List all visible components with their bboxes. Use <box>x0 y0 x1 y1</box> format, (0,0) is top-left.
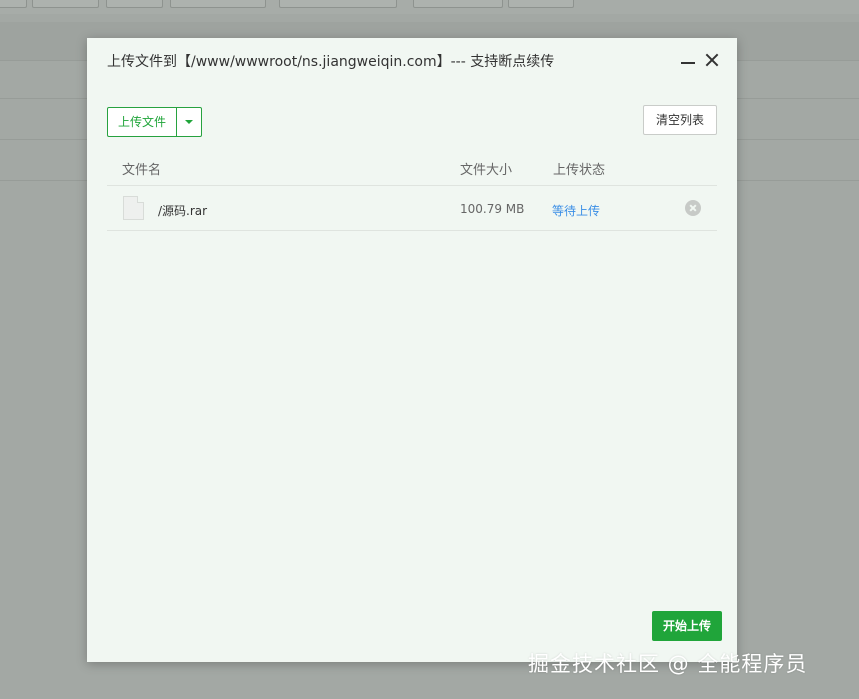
dialog-title: 上传文件到【/www/wwwroot/ns.jiangweiqin.com】--… <box>107 54 555 70</box>
upload-file-button[interactable]: 上传文件 <box>108 108 177 136</box>
background-button <box>508 0 574 8</box>
close-icon[interactable] <box>703 51 721 69</box>
column-header-status: 上传状态 <box>553 163 606 178</box>
caret-down-icon[interactable] <box>177 108 201 136</box>
column-header-name: 文件名 <box>122 163 162 178</box>
upload-dialog: 上传文件到【/www/wwwroot/ns.jiangweiqin.com】--… <box>87 38 737 662</box>
header-divider <box>107 185 717 186</box>
remove-circle-icon[interactable] <box>685 200 701 216</box>
background-button <box>106 0 163 8</box>
start-upload-button[interactable]: 开始上传 <box>652 611 722 641</box>
upload-button-group: 上传文件 <box>107 107 202 137</box>
minimize-icon[interactable] <box>679 51 697 69</box>
background-button <box>32 0 99 8</box>
file-icon <box>123 196 144 220</box>
clear-list-button[interactable]: 清空列表 <box>643 105 717 135</box>
background-button <box>170 0 266 8</box>
background-button <box>413 0 503 8</box>
row-divider <box>107 230 717 231</box>
watermark: 掘金技术社区 @ 全能程序员 <box>528 652 808 676</box>
column-header-size: 文件大小 <box>460 163 513 178</box>
file-status: 等待上传 <box>552 204 601 218</box>
background-button <box>279 0 397 8</box>
file-size: 100.79 MB <box>460 202 525 216</box>
background-button <box>0 0 27 8</box>
file-name: /源码.rar <box>158 204 208 218</box>
